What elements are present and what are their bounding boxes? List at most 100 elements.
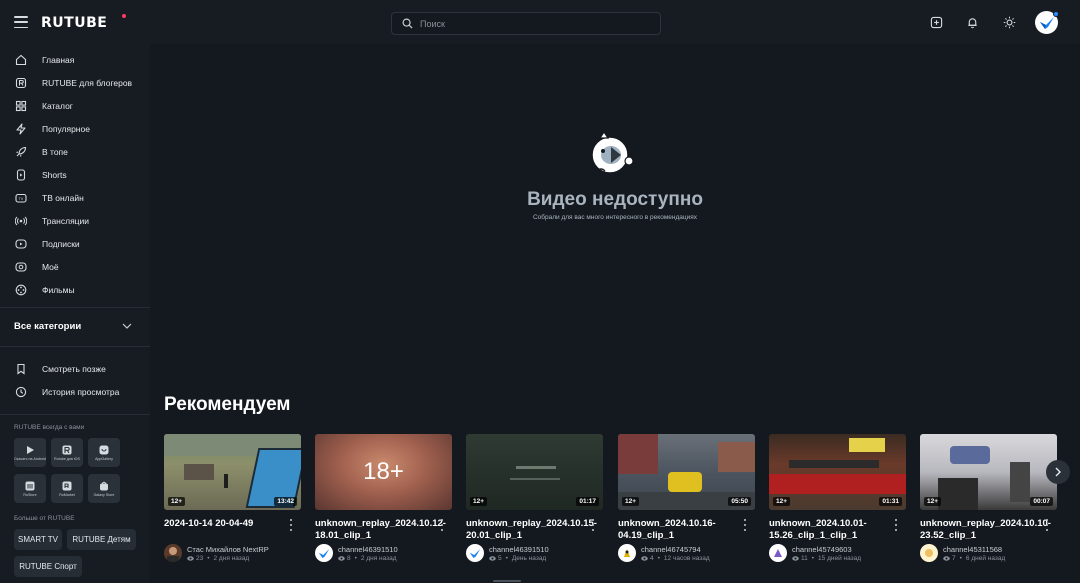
rutube-sport-button[interactable]: RUTUBE Спорт [14,556,82,577]
channel-avatar[interactable] [315,544,333,562]
galaxy-store-icon [99,481,109,491]
sidebar-item-label: Моё [42,262,59,272]
duration-badge: 01:17 [576,497,599,506]
sidebar-item-label: RUTUBE для блогеров [42,78,133,88]
eye-icon [792,556,799,561]
user-avatar[interactable] [1035,11,1059,34]
age-rating-badge: 12+ [773,497,791,506]
chevron-down-icon[interactable] [122,322,132,330]
search-icon [402,18,413,29]
published-ago: 2 дня назад [213,555,250,562]
app-appgallery[interactable]: AppGallery [88,438,120,467]
video-card[interactable]: 18+ unknown_replay_2024.10.12-18.01_clip… [315,434,452,562]
sidebar-item-subscriptions[interactable]: Подписки [0,233,150,255]
channel-avatar[interactable] [466,544,484,562]
home-icon [14,53,28,67]
sidebar-item-label: Трансляции [42,216,90,226]
video-card[interactable]: 12+ 01:31 unknown_2024.10.01-15.26_clip_… [769,434,906,562]
sidebar-item-popular[interactable]: Популярное [0,118,150,140]
notification-dot [1053,11,1059,17]
sidebar-item-films[interactable]: Фильмы [0,279,150,301]
more-options-icon[interactable] [440,519,444,531]
channel-name[interactable]: channel46391510 [338,545,398,554]
channel-name[interactable]: Стас Михайлов NextRP [187,545,269,554]
channel-avatar[interactable] [618,544,636,562]
sidebar-item-watch-later[interactable]: Смотреть позже [0,358,150,380]
channel-name[interactable]: channel45311568 [943,545,1002,554]
sidebar-item-bloggers[interactable]: RUTUBE для блогеров [0,72,150,94]
bird-icon [1039,16,1054,29]
views-count: 11 [801,555,808,562]
sidebar-item-tv[interactable]: TV ТВ онлайн [0,187,150,209]
channel-avatar[interactable] [164,544,182,562]
app-rustore[interactable]: RuStore [14,474,46,503]
video-thumbnail[interactable]: 12+ 01:17 [466,434,603,510]
more-options-icon[interactable] [743,519,747,531]
theme-sun-icon[interactable] [1000,13,1018,31]
eye-icon [187,556,194,561]
sidebar-item-broadcasts[interactable]: Трансляции [0,210,150,232]
carousel-scrollbar[interactable] [493,580,521,582]
search-box[interactable] [391,12,661,35]
app-google-play[interactable]: Скачать на Android [14,438,46,467]
shorts-icon [14,168,28,182]
video-title[interactable]: unknown_replay_2024.10.15-20.01_clip_1 [466,518,597,542]
video-unavailable-title: Видео недоступно [527,189,703,210]
age-restricted-label: 18+ [363,458,404,485]
video-title[interactable]: unknown_replay_2024.10.12-18.01_clip_1 [315,518,446,542]
app-rumarket[interactable]: RuMarket [51,474,83,503]
views-count: 8 [347,555,351,562]
more-options-icon[interactable] [591,519,595,531]
video-thumbnail[interactable]: 12+ 00:07 [920,434,1057,510]
video-meta: 11 • 15 дней назад [792,555,861,562]
video-thumbnail[interactable]: 12+ 13:42 [164,434,301,510]
more-options-icon[interactable] [1045,519,1049,531]
video-title[interactable]: 2024-10-14 20-04-49 [164,518,286,530]
menu-icon[interactable] [14,16,28,28]
video-card[interactable]: 12+ 13:42 2024-10-14 20-04-49 Стас Михай… [164,434,301,562]
sidebar-item-history[interactable]: История просмотра [0,381,150,403]
video-thumbnail[interactable]: 18+ [315,434,452,510]
bell-icon[interactable] [963,13,981,31]
sidebar-item-label: Подписки [42,239,80,249]
rutube-icon [14,76,28,90]
more-options-icon[interactable] [289,519,293,531]
video-thumbnail[interactable]: 12+ 01:31 [769,434,906,510]
video-thumbnail[interactable]: 12+ 05:50 [618,434,755,510]
sidebar-item-catalog[interactable]: Каталог [0,95,150,117]
channel-name[interactable]: channel46745794 [641,545,701,554]
smart-tv-button[interactable]: SMART TV [14,529,62,550]
divider [0,414,150,415]
sidebar-item-label: История просмотра [42,387,120,397]
app-galaxy-store[interactable]: Galaxy Store [88,474,120,503]
video-card[interactable]: 12+ 05:50 unknown_2024.10.16-04.19_clip_… [618,434,755,562]
upload-icon[interactable] [927,13,945,31]
logo[interactable]: RUTUBE [41,15,107,31]
rocket-icon [14,145,28,159]
video-title[interactable]: unknown_2024.10.16-04.19_clip_1 [618,518,740,542]
sidebar-item-home[interactable]: Главная [0,49,150,71]
channel-avatar[interactable] [769,544,787,562]
channel-avatar[interactable] [920,544,938,562]
video-card[interactable]: 12+ 01:17 unknown_replay_2024.10.15-20.0… [466,434,603,562]
sidebar-item-top[interactable]: В топе [0,141,150,163]
channel-name[interactable]: channel45749603 [792,545,852,554]
app-ios[interactable]: Rutube для iOS [51,438,83,467]
carousel-next-button[interactable] [1046,460,1070,484]
video-meta: 5 • День назад [489,555,546,562]
rutube-app-icon [62,445,72,455]
sidebar-item-my[interactable]: Моё [0,256,150,278]
recommend-title: Рекомендуем [164,394,291,415]
video-title[interactable]: unknown_2024.10.01-15.26_clip_1_clip_1 [769,518,891,542]
channel-name[interactable]: channel46391510 [489,545,549,554]
published-ago: 12 часов назад [663,555,710,562]
video-title[interactable]: unknown_replay_2024.10.10-23.52_clip_1 [920,518,1051,542]
rutube-kids-button[interactable]: RUTUBE Детям [67,529,136,550]
sidebar-item-shorts[interactable]: Shorts [0,164,150,186]
app: RUTUBE Главная RUTUBE для блогеров [0,0,1080,583]
all-categories-toggle[interactable]: Все категории [14,321,81,332]
video-card[interactable]: 12+ 00:07 unknown_replay_2024.10.10-23.5… [920,434,1057,562]
search-input[interactable] [420,18,640,29]
sidebar-item-label: Главная [42,55,75,65]
more-options-icon[interactable] [894,519,898,531]
